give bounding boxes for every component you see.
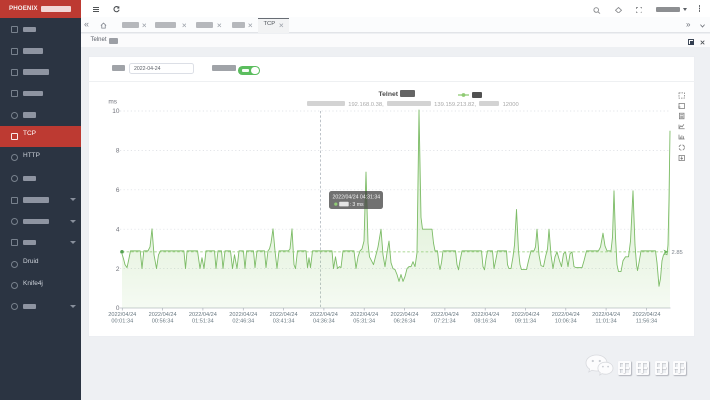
svg-text:10: 10	[112, 108, 120, 115]
svg-text:4: 4	[116, 226, 120, 233]
svg-text:2022/04/24: 2022/04/24	[189, 312, 217, 318]
svg-text:2022/04/24: 2022/04/24	[512, 312, 540, 318]
svg-text:06:26:34: 06:26:34	[394, 318, 416, 324]
svg-text:08:16:34: 08:16:34	[474, 318, 496, 324]
svg-text:2022/04/24: 2022/04/24	[552, 312, 580, 318]
svg-text:11:01:34: 11:01:34	[595, 318, 616, 324]
svg-text:2022/04/24: 2022/04/24	[431, 312, 459, 318]
svg-text:0: 0	[116, 305, 120, 312]
svg-text:03:41:34: 03:41:34	[273, 318, 295, 324]
svg-text:2022/04/24: 2022/04/24	[471, 312, 499, 318]
svg-text:2022/04/24: 2022/04/24	[592, 312, 620, 318]
svg-text:8: 8	[116, 148, 120, 155]
svg-text:07:21:34: 07:21:34	[434, 318, 456, 324]
svg-text:09:11:34: 09:11:34	[515, 318, 536, 324]
svg-text:2022/04/24: 2022/04/24	[391, 312, 419, 318]
svg-text:2022/04/24: 2022/04/24	[633, 312, 661, 318]
svg-text:2022/04/24: 2022/04/24	[108, 312, 136, 318]
svg-text:ms: ms	[108, 99, 117, 106]
svg-text:2022/04/24: 2022/04/24	[229, 312, 257, 318]
svg-text:6: 6	[116, 187, 120, 194]
svg-text:2022/04/24: 2022/04/24	[310, 312, 338, 318]
svg-text:2022/04/24: 2022/04/24	[149, 312, 177, 318]
svg-text:04:36:34: 04:36:34	[313, 318, 335, 324]
svg-text:02:46:34: 02:46:34	[232, 318, 254, 324]
svg-text:2: 2	[116, 266, 120, 273]
svg-text:10:06:34: 10:06:34	[555, 318, 577, 324]
svg-text:2022/04/24 04:31:34: 2022/04/24 04:31:34	[333, 194, 381, 200]
svg-text:11:56:34: 11:56:34	[636, 318, 657, 324]
svg-text:05:31:34: 05:31:34	[353, 318, 375, 324]
svg-text:01:51:34: 01:51:34	[192, 318, 214, 324]
svg-text:: 3 ms: : 3 ms	[350, 202, 365, 208]
svg-text:2.85: 2.85	[672, 250, 683, 256]
svg-text:00:01:34: 00:01:34	[111, 318, 133, 324]
svg-text:2022/04/24: 2022/04/24	[270, 312, 298, 318]
svg-text:2022/04/24: 2022/04/24	[350, 312, 378, 318]
svg-text:00:56:34: 00:56:34	[152, 318, 174, 324]
